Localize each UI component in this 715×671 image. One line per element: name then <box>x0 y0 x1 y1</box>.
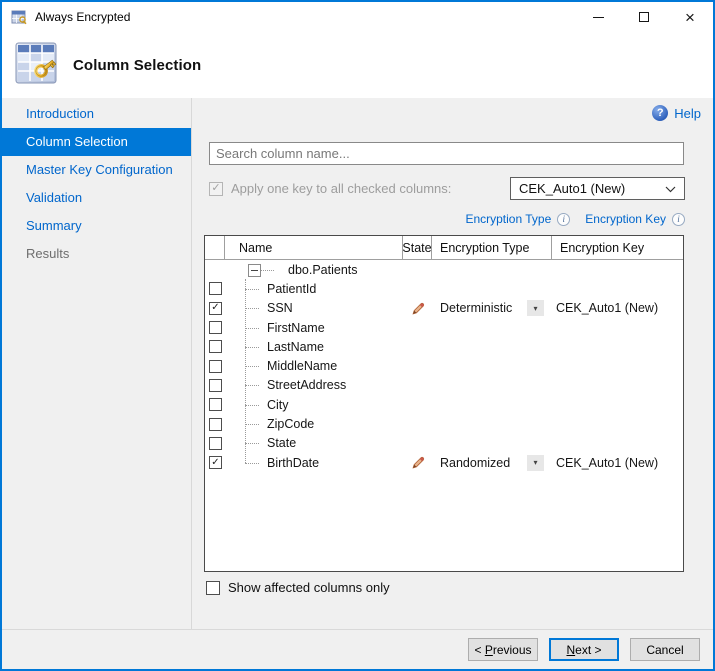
app-icon <box>11 10 28 25</box>
content-panel: ? Help ✓ Apply one key to all checked co… <box>192 98 713 629</box>
column-name: LastName <box>267 340 324 354</box>
help-label: Help <box>674 106 701 121</box>
search-input[interactable] <box>209 142 684 165</box>
row-checkbox[interactable] <box>209 282 222 295</box>
encryption-type-dropdown[interactable]: ▾ <box>527 455 544 471</box>
header-encryption-key: Encryption Key <box>552 236 683 259</box>
row-checkbox[interactable] <box>209 418 222 431</box>
close-button[interactable]: × <box>667 2 713 32</box>
previous-button[interactable]: < Previous <box>468 638 538 661</box>
wizard-header: Column Selection <box>2 32 713 98</box>
row-checkbox[interactable] <box>209 379 222 392</box>
title-bar: Always Encrypted × <box>2 2 713 32</box>
footer-bar: < Previous Next > Cancel <box>2 629 713 669</box>
table-row: ZipCode <box>205 414 683 433</box>
cek-dropdown[interactable]: CEK_Auto1 (New) <box>510 177 685 200</box>
page-title: Column Selection <box>73 57 201 74</box>
apply-key-row: ✓ Apply one key to all checked columns: <box>209 177 451 200</box>
column-name: PatientId <box>267 282 316 296</box>
header-name: Name <box>225 236 403 259</box>
close-icon: × <box>685 9 695 26</box>
table-row: City <box>205 395 683 414</box>
sidebar-item-column-selection[interactable]: Column Selection <box>2 128 191 156</box>
column-name: City <box>267 398 289 412</box>
encryption-key-link[interactable]: Encryption Key <box>585 212 666 226</box>
column-header-links: Encryption Type i Encryption Key i <box>465 212 685 226</box>
table-key-icon <box>14 41 58 90</box>
next-button[interactable]: Next > <box>549 638 619 661</box>
encryption-type-info-icon[interactable]: i <box>557 213 570 226</box>
columns-table: Name State Encryption Type Encryption Ke… <box>204 235 684 572</box>
maximize-button[interactable] <box>621 2 667 32</box>
sidebar-item-validation[interactable]: Validation <box>2 184 191 212</box>
sidebar-item-introduction[interactable]: Introduction <box>2 100 191 128</box>
pencil-icon <box>412 456 425 469</box>
maximize-icon <box>639 12 649 22</box>
tree-collapse-icon[interactable] <box>248 264 261 277</box>
column-name: State <box>267 436 296 450</box>
table-row: ✓ BirthDate Randomized ▾ CEK_Auto1 (New) <box>205 453 683 472</box>
row-checkbox[interactable]: ✓ <box>209 302 222 315</box>
chevron-down-icon <box>665 181 676 196</box>
encryption-type-dropdown[interactable]: ▾ <box>527 300 544 316</box>
table-row: LastName <box>205 337 683 356</box>
group-label: dbo.Patients <box>288 263 358 277</box>
encryption-type-link[interactable]: Encryption Type <box>465 212 551 226</box>
table-group-row: dbo.Patients <box>205 260 683 279</box>
main-area: IntroductionColumn SelectionMaster Key C… <box>2 98 713 629</box>
sidebar-item-summary[interactable]: Summary <box>2 212 191 240</box>
window-controls: × <box>575 2 713 32</box>
row-checkbox[interactable] <box>209 360 222 373</box>
row-checkbox[interactable]: ✓ <box>209 456 222 469</box>
apply-key-checkbox[interactable]: ✓ <box>209 182 223 196</box>
sidebar-item-master-key-configuration[interactable]: Master Key Configuration <box>2 156 191 184</box>
header-encryption-type: Encryption Type <box>432 236 552 259</box>
apply-key-label: Apply one key to all checked columns: <box>231 181 451 196</box>
column-name: StreetAddress <box>267 378 346 392</box>
column-name: BirthDate <box>267 456 319 470</box>
cancel-button[interactable]: Cancel <box>630 638 700 661</box>
always-encrypted-wizard-window: Always Encrypted × <box>0 0 715 671</box>
show-affected-row: Show affected columns only <box>206 580 390 595</box>
row-checkbox[interactable] <box>209 398 222 411</box>
header-checkbox-column <box>205 236 225 259</box>
show-affected-label: Show affected columns only <box>228 580 390 595</box>
row-checkbox[interactable] <box>209 340 222 353</box>
help-link[interactable]: ? Help <box>652 105 701 121</box>
cek-dropdown-value: CEK_Auto1 (New) <box>519 181 625 196</box>
encryption-type-value: Deterministic <box>440 301 512 315</box>
table-row: MiddleName <box>205 356 683 375</box>
pencil-icon <box>412 302 425 315</box>
minimize-button[interactable] <box>575 2 621 32</box>
table-body: dbo.Patients PatientId ✓ SSN Deterministic ▾ C… <box>205 260 683 472</box>
header-state: State <box>403 236 432 259</box>
row-checkbox[interactable] <box>209 437 222 450</box>
encryption-key-value: CEK_Auto1 (New) <box>556 456 658 470</box>
column-name: ZipCode <box>267 417 314 431</box>
table-row: ✓ SSN Deterministic ▾ CEK_Auto1 (New) <box>205 299 683 318</box>
encryption-key-value: CEK_Auto1 (New) <box>556 301 658 315</box>
column-name: FirstName <box>267 321 325 335</box>
table-row: PatientId <box>205 279 683 298</box>
encryption-type-value: Randomized <box>440 456 510 470</box>
show-affected-checkbox[interactable] <box>206 581 220 595</box>
minimize-icon <box>593 17 604 18</box>
row-checkbox[interactable] <box>209 321 222 334</box>
table-row: StreetAddress <box>205 376 683 395</box>
help-icon: ? <box>652 105 668 121</box>
encryption-key-info-icon[interactable]: i <box>672 213 685 226</box>
table-row: State <box>205 434 683 453</box>
table-header: Name State Encryption Type Encryption Ke… <box>205 236 683 260</box>
wizard-steps: IntroductionColumn SelectionMaster Key C… <box>2 98 192 629</box>
column-name: MiddleName <box>267 359 337 373</box>
sidebar-item-results[interactable]: Results <box>2 240 191 268</box>
window-title: Always Encrypted <box>35 10 130 24</box>
column-name: SSN <box>267 301 293 315</box>
table-row: FirstName <box>205 318 683 337</box>
